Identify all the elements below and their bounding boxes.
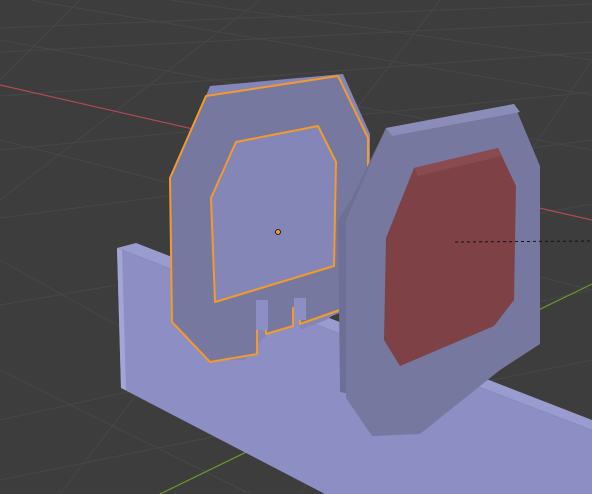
3d-viewport[interactable]	[0, 0, 592, 494]
object-origin[interactable]	[275, 229, 281, 235]
